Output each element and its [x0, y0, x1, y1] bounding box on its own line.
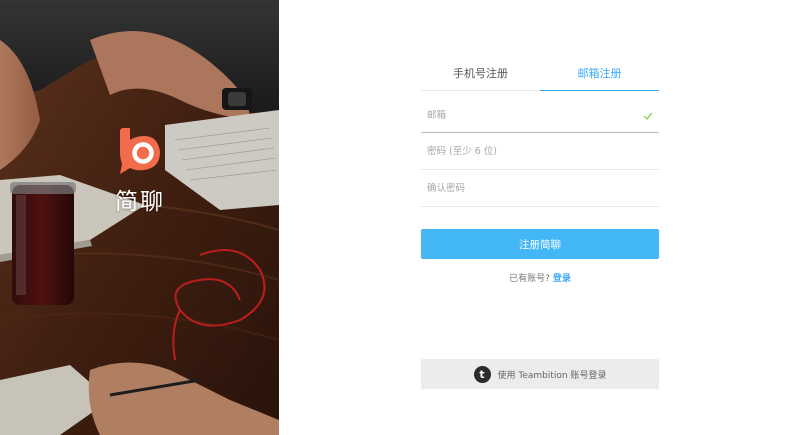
- teambition-login-button[interactable]: t 使用 Teambition 账号登录: [421, 359, 659, 389]
- signup-tabs: 手机号注册 邮箱注册: [421, 58, 659, 91]
- signup-submit-button[interactable]: 注册简聊: [421, 229, 659, 259]
- tab-email-signup[interactable]: 邮箱注册: [540, 58, 659, 91]
- brand-logo-icon: [120, 128, 160, 174]
- brand-name: 简聊: [115, 189, 165, 215]
- signup-page: 简聊 手机号注册 邮箱注册 注册简聊 已有账号?: [0, 0, 800, 435]
- login-link[interactable]: 登录: [553, 274, 571, 284]
- email-input[interactable]: [421, 99, 659, 132]
- password-field-row: [421, 133, 659, 170]
- valid-check-icon: [643, 112, 653, 120]
- confirm-password-input[interactable]: [421, 170, 659, 206]
- hero-photo-panel: 简聊: [0, 0, 279, 435]
- login-hint: 已有账号? 登录: [421, 271, 659, 284]
- login-hint-text: 已有账号?: [509, 274, 550, 284]
- brand-block: 简聊: [108, 124, 172, 216]
- email-field-row: [421, 99, 659, 133]
- teambition-login-label: 使用 Teambition 账号登录: [497, 370, 607, 381]
- signup-form-panel: 手机号注册 邮箱注册 注册简聊 已有账号? 登录 t: [279, 0, 800, 435]
- teambition-logo-icon: t: [473, 365, 491, 383]
- confirm-password-field-row: [421, 170, 659, 207]
- tab-phone-signup[interactable]: 手机号注册: [421, 58, 540, 90]
- hero-photo: [0, 0, 279, 435]
- signup-form: 手机号注册 邮箱注册 注册简聊 已有账号? 登录: [421, 58, 659, 284]
- password-input[interactable]: [421, 133, 659, 169]
